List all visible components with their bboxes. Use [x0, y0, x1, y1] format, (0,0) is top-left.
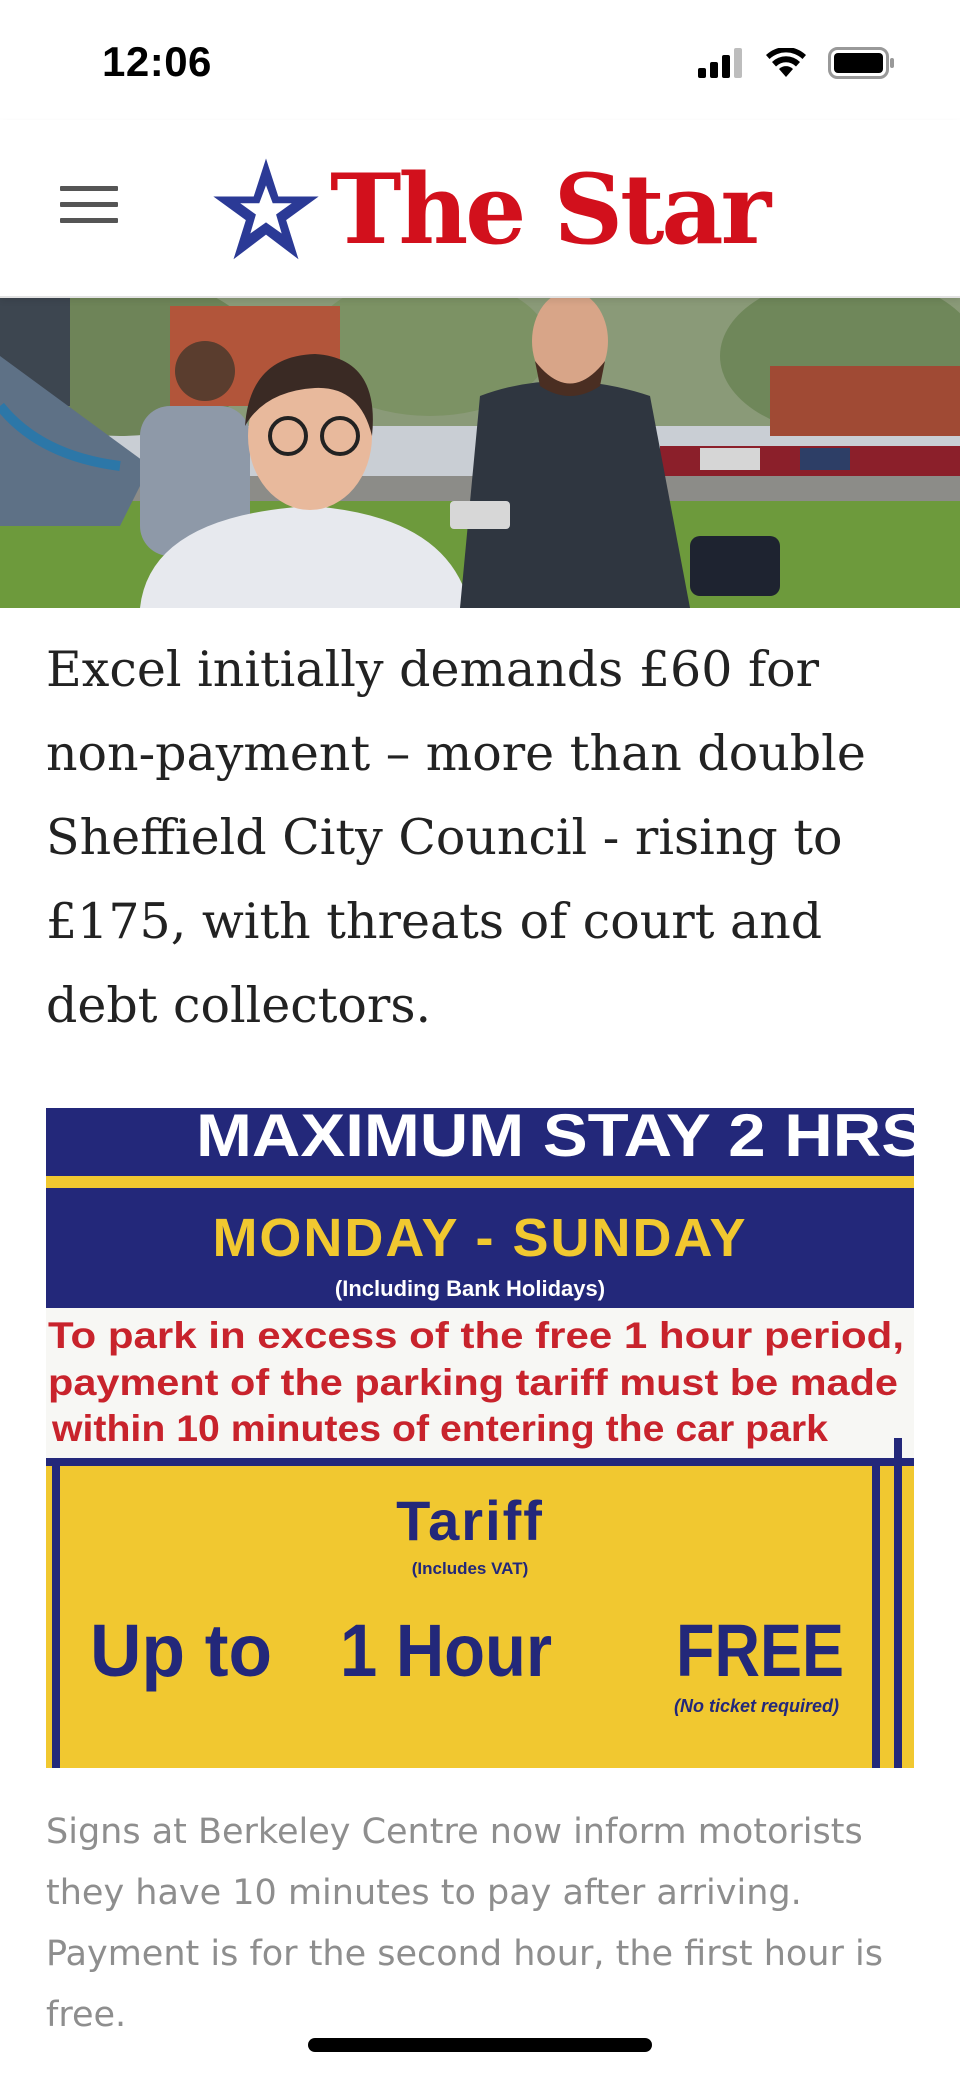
sign-warning-line-1: To park in excess of the free 1 hour per…	[48, 1315, 904, 1356]
sign-row1-price: FREE	[676, 1609, 844, 1692]
site-header: The Star	[0, 120, 960, 298]
sign-row2-prefix: Up to	[90, 1753, 272, 1768]
sign-top-banner: MAXIMUM STAY 2 HRS	[196, 1108, 914, 1169]
sign-row1-duration: 1 Hour	[340, 1609, 552, 1692]
battery-icon	[828, 47, 894, 79]
sign-row1-note: (No ticket required)	[674, 1696, 839, 1716]
sign-tariff-note: (Includes VAT)	[412, 1559, 529, 1578]
home-indicator[interactable]	[308, 2038, 652, 2052]
parking-sign-photo: MAXIMUM STAY 2 HRS MONDAY - SUNDAY (Incl…	[46, 1108, 914, 1768]
sign-row1-prefix: Up to	[90, 1609, 272, 1692]
article-paragraph: Excel initially demands £60 for non-paym…	[46, 641, 866, 1034]
star-icon	[213, 158, 319, 260]
status-bar: 12:06	[0, 0, 960, 120]
hero-photo	[0, 296, 960, 608]
hamburger-menu-icon[interactable]	[60, 186, 118, 232]
sign-warning-line-2: payment of the parking tariff must be ma…	[48, 1362, 898, 1403]
sign-row2-price: £1.00	[650, 1753, 840, 1768]
logo-text: The Star	[330, 153, 771, 266]
wifi-icon	[766, 48, 806, 77]
sign-tariff-title: Tariff	[396, 1489, 544, 1552]
status-time: 12:06	[102, 38, 212, 85]
status-icons	[698, 46, 896, 80]
sign-days: MONDAY - SUNDAY	[212, 1208, 747, 1268]
cellular-signal-icon	[698, 48, 742, 78]
sign-warning-line-3: within 10 minutes of entering the car pa…	[51, 1408, 828, 1449]
sign-row2-duration: 2 Hours	[340, 1753, 590, 1768]
site-logo[interactable]: The Star	[210, 150, 771, 270]
sign-days-note: (Including Bank Holidays)	[335, 1276, 605, 1301]
figure-caption: Signs at Berkeley Centre now inform moto…	[46, 1812, 883, 2035]
